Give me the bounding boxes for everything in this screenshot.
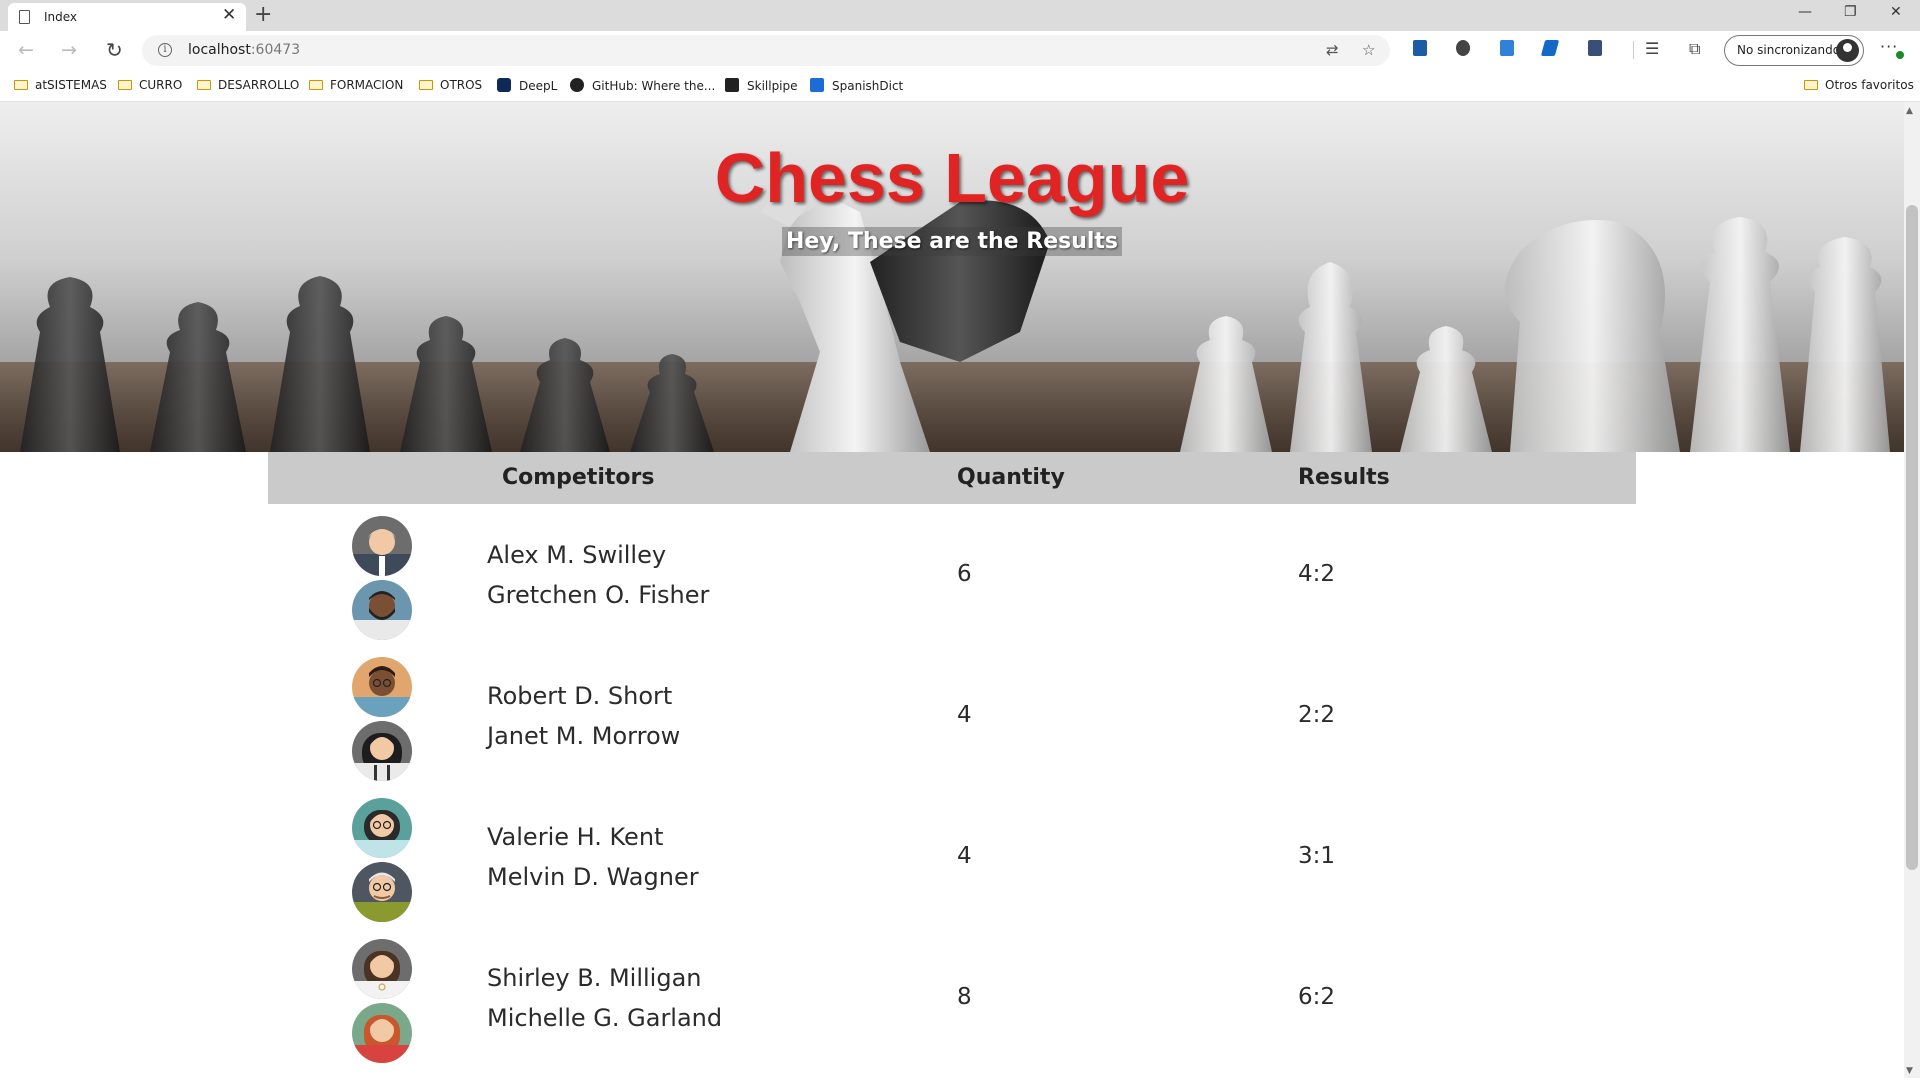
reload-icon[interactable]: ↻ <box>106 38 123 62</box>
minimize-button[interactable]: — <box>1798 4 1812 20</box>
bookmark-skillpipe[interactable]: Skillpipe <box>725 78 798 93</box>
spanishdict-icon <box>810 78 824 92</box>
player-name: Janet M. Morrow <box>487 722 681 750</box>
redhead-woman-avatar <box>352 1003 412 1063</box>
profile-label: No sincronizando <box>1737 43 1841 57</box>
player-name: Robert D. Short <box>487 682 673 710</box>
collections-icon[interactable]: ⧉ <box>1689 39 1700 59</box>
page-title: Chess League <box>714 139 1190 217</box>
deepl-icon <box>497 78 511 92</box>
result-value: 4:2 <box>1298 561 1336 587</box>
forward-arrow-icon[interactable]: → <box>61 38 77 62</box>
back-arrow-icon[interactable]: ← <box>18 38 34 62</box>
page-icon <box>19 10 30 24</box>
scroll-down-arrow-icon[interactable]: ▼ <box>1906 1066 1913 1076</box>
extension-2-icon[interactable] <box>1456 40 1470 56</box>
bookmark-github[interactable]: GitHub: Where the... <box>570 78 715 93</box>
info-icon[interactable]: i <box>158 43 172 57</box>
elderly-man-glasses-avatar <box>352 862 412 922</box>
bookmark-deepl[interactable]: DeepL <box>497 78 557 93</box>
folder-icon <box>197 80 211 90</box>
bookmark-spanishdict[interactable]: SpanishDict <box>810 78 903 93</box>
update-badge <box>1896 51 1904 59</box>
bookmark-folder-desarrollo[interactable]: DESARROLLO <box>197 78 299 92</box>
bookmark-other-favorites[interactable]: Otros favoritos <box>1804 78 1914 92</box>
results-table: Competitors Quantity Results Alex M. Swi… <box>268 452 1636 1068</box>
page-subtitle-wrapper: Hey, These are the Results <box>0 227 1904 256</box>
player-name: Melvin D. Wagner <box>487 863 699 891</box>
extension-5-icon[interactable] <box>1588 40 1602 56</box>
quantity-value: 4 <box>957 702 972 728</box>
favorites-list-icon[interactable]: ☰ <box>1645 39 1659 58</box>
table-row: Shirley B. Milligan Michelle G. Garland … <box>268 927 1636 1068</box>
toolbar-divider <box>1633 41 1634 59</box>
bookmarks-bar: atSISTEMAS CURRO DESARROLLO FORMACION OT… <box>0 71 1920 102</box>
player-name: Gretchen O. Fisher <box>487 581 710 609</box>
bookmark-folder-atsistemas[interactable]: atSISTEMAS <box>14 78 107 92</box>
github-icon <box>570 78 584 92</box>
extension-1-icon[interactable] <box>1413 40 1427 56</box>
browser-tab[interactable]: Index ✕ <box>8 3 246 31</box>
result-value: 2:2 <box>1298 702 1336 728</box>
folder-icon <box>1804 80 1818 90</box>
table-row: Valerie H. Kent Melvin D. Wagner 4 3:1 <box>268 786 1636 927</box>
folder-icon <box>419 80 433 90</box>
extension-3-icon[interactable] <box>1500 40 1514 56</box>
page-viewport: Chess League Hey, These are the Results … <box>0 102 1904 1078</box>
profile-avatar-icon <box>1836 39 1859 62</box>
player-name: Valerie H. Kent <box>487 823 664 851</box>
result-value: 6:2 <box>1298 984 1336 1010</box>
quantity-value: 4 <box>957 843 972 869</box>
folder-icon <box>118 80 132 90</box>
browser-toolbar: ← → ↻ i localhost:60473 ⇄ ☆ ☰ ⧉ No sincr… <box>0 31 1920 71</box>
tab-title: Index <box>44 10 78 24</box>
header-quantity: Quantity <box>957 465 1065 490</box>
address-bar[interactable]: i localhost:60473 ⇄ ☆ <box>142 35 1390 66</box>
player-name: Michelle G. Garland <box>487 1004 723 1032</box>
scrollbar-thumb[interactable] <box>1906 205 1918 870</box>
profile-button[interactable]: No sincronizando <box>1724 35 1864 66</box>
new-tab-button[interactable]: + <box>254 2 272 28</box>
bookmark-folder-curro[interactable]: CURRO <box>118 78 182 92</box>
restore-button[interactable]: ❐ <box>1844 4 1857 20</box>
skillpipe-icon <box>725 78 739 92</box>
result-value: 3:1 <box>1298 843 1336 869</box>
header-results: Results <box>1298 465 1390 490</box>
woman-dark-hair-avatar <box>352 721 412 781</box>
folder-icon <box>309 80 323 90</box>
woman-brown-hair-avatar <box>352 939 412 999</box>
url-text[interactable]: localhost:60473 <box>188 42 300 58</box>
elderly-man-avatar <box>352 516 412 576</box>
table-row: Robert D. Short Janet M. Morrow 4 2:2 <box>268 645 1636 786</box>
scroll-up-arrow-icon[interactable]: ▲ <box>1906 106 1913 116</box>
close-tab-icon[interactable]: ✕ <box>222 7 236 24</box>
bookmark-folder-otros[interactable]: OTROS <box>419 78 482 92</box>
player-name: Alex M. Swilley <box>487 541 667 569</box>
translate-icon[interactable]: ⇄ <box>1326 41 1339 59</box>
table-row: Alex M. Swilley Gretchen O. Fisher 6 4:2 <box>268 504 1636 645</box>
man-with-glasses-avatar <box>352 657 412 717</box>
quantity-value: 6 <box>957 561 972 587</box>
favorite-star-icon[interactable]: ☆ <box>1362 41 1375 59</box>
close-window-button[interactable]: ✕ <box>1890 4 1902 20</box>
extension-4-icon[interactable] <box>1540 40 1560 56</box>
bearded-man-avatar <box>352 580 412 640</box>
hero-banner: Chess League Hey, These are the Results <box>0 102 1904 452</box>
woman-with-glasses-avatar <box>352 798 412 858</box>
table-header: Competitors Quantity Results <box>268 452 1636 504</box>
folder-icon <box>14 80 28 90</box>
quantity-value: 8 <box>957 984 972 1010</box>
player-name: Shirley B. Milligan <box>487 964 702 992</box>
header-competitors: Competitors <box>502 465 655 490</box>
page-subtitle: Hey, These are the Results <box>781 227 1123 256</box>
bookmark-folder-formacion[interactable]: FORMACION <box>309 78 403 92</box>
tab-strip: Index ✕ + — ❐ ✕ <box>0 0 1920 31</box>
